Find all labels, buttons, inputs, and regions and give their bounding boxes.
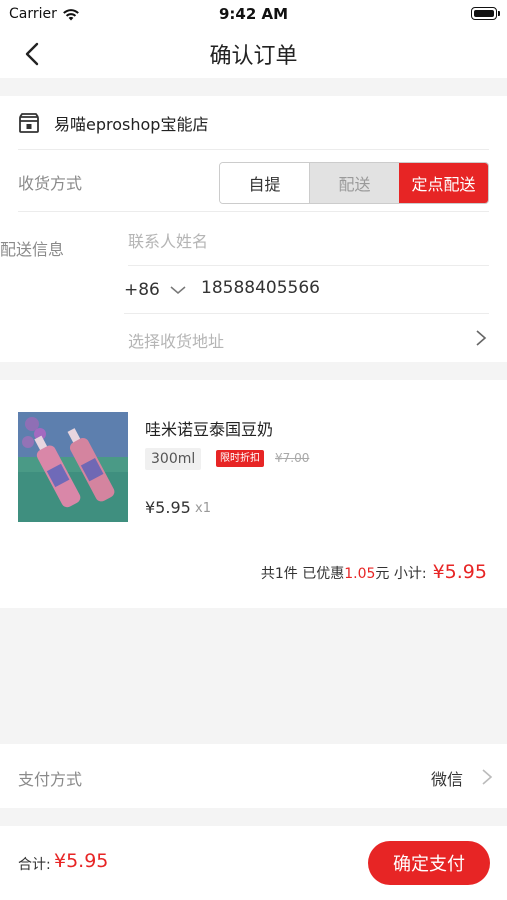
summary-subtotal-label: 元 小计: [375,566,427,582]
phone-input[interactable] [201,278,441,298]
status-time: 9:42 AM [218,5,289,23]
store-name: 易喵eproshop宝能店 [54,114,209,134]
option-self-pickup[interactable]: 自提 [220,163,309,203]
phone-row: +86 [124,268,489,314]
checkout-bar: 合计: ¥5.95 确定支付 [0,826,507,900]
page-title: 确认订单 [209,44,298,69]
total-value: ¥5.95 [54,850,109,872]
contact-name-row [128,222,489,266]
country-code-selector[interactable]: +86 [124,280,186,300]
order-summary: 共1件 已优惠 1.05 元 小计: ¥5.95 [261,561,487,583]
receive-method-label: 收货方式 [18,174,83,193]
address-selector[interactable]: 选择收货地址 [128,316,489,362]
chevron-right-icon [476,330,487,346]
product-name: 哇米诺豆泰国豆奶 [145,420,274,439]
store-icon [19,112,39,133]
summary-count: 共1件 已优惠 [260,566,345,582]
battery-icon [471,7,500,20]
chevron-down-icon [170,286,186,294]
product-spec: 300ml [145,448,202,470]
summary-subtotal: ¥5.95 [432,561,487,583]
address-placeholder: 选择收货地址 [128,332,225,351]
option-delivery[interactable]: 配送 [309,163,399,203]
status-bar: Carrier 9:42 AM [0,0,507,28]
original-price: ¥7.00 [275,451,310,465]
payment-method-label: 支付方式 [18,770,83,789]
contact-name-input[interactable] [128,232,428,251]
total-label: 合计: [18,857,51,873]
chevron-right-icon [482,769,493,785]
payment-method-value[interactable]: 微信 [431,766,463,790]
product-image[interactable] [18,412,128,522]
nav-bar: 确认订单 [0,28,507,78]
product-quantity: x1 [195,501,211,516]
receive-method-row: 收货方式 自提 配送 定点配送 [18,150,489,212]
product-price: ¥5.95 [145,498,191,517]
confirm-pay-button[interactable]: 确定支付 [368,841,490,885]
shipping-info-label: 配送信息 [0,240,65,259]
store-row: 易喵eproshop宝能店 [18,96,489,150]
delivery-card: 易喵eproshop宝能店 收货方式 自提 配送 定点配送 配送信息 +86 选… [0,96,507,362]
summary-discount: 1.05 [344,566,376,582]
country-code: +86 [124,280,160,300]
discount-badge: 限时折扣 [216,450,264,467]
receive-method-segmented: 自提 配送 定点配送 [219,162,489,204]
payment-method-row[interactable]: 支付方式 微信 [0,744,507,808]
option-fixed-point-delivery[interactable]: 定点配送 [399,163,488,203]
product-card: 哇米诺豆泰国豆奶 300ml 限时折扣 ¥7.00 ¥5.95 x1 共1件 已… [0,380,507,608]
